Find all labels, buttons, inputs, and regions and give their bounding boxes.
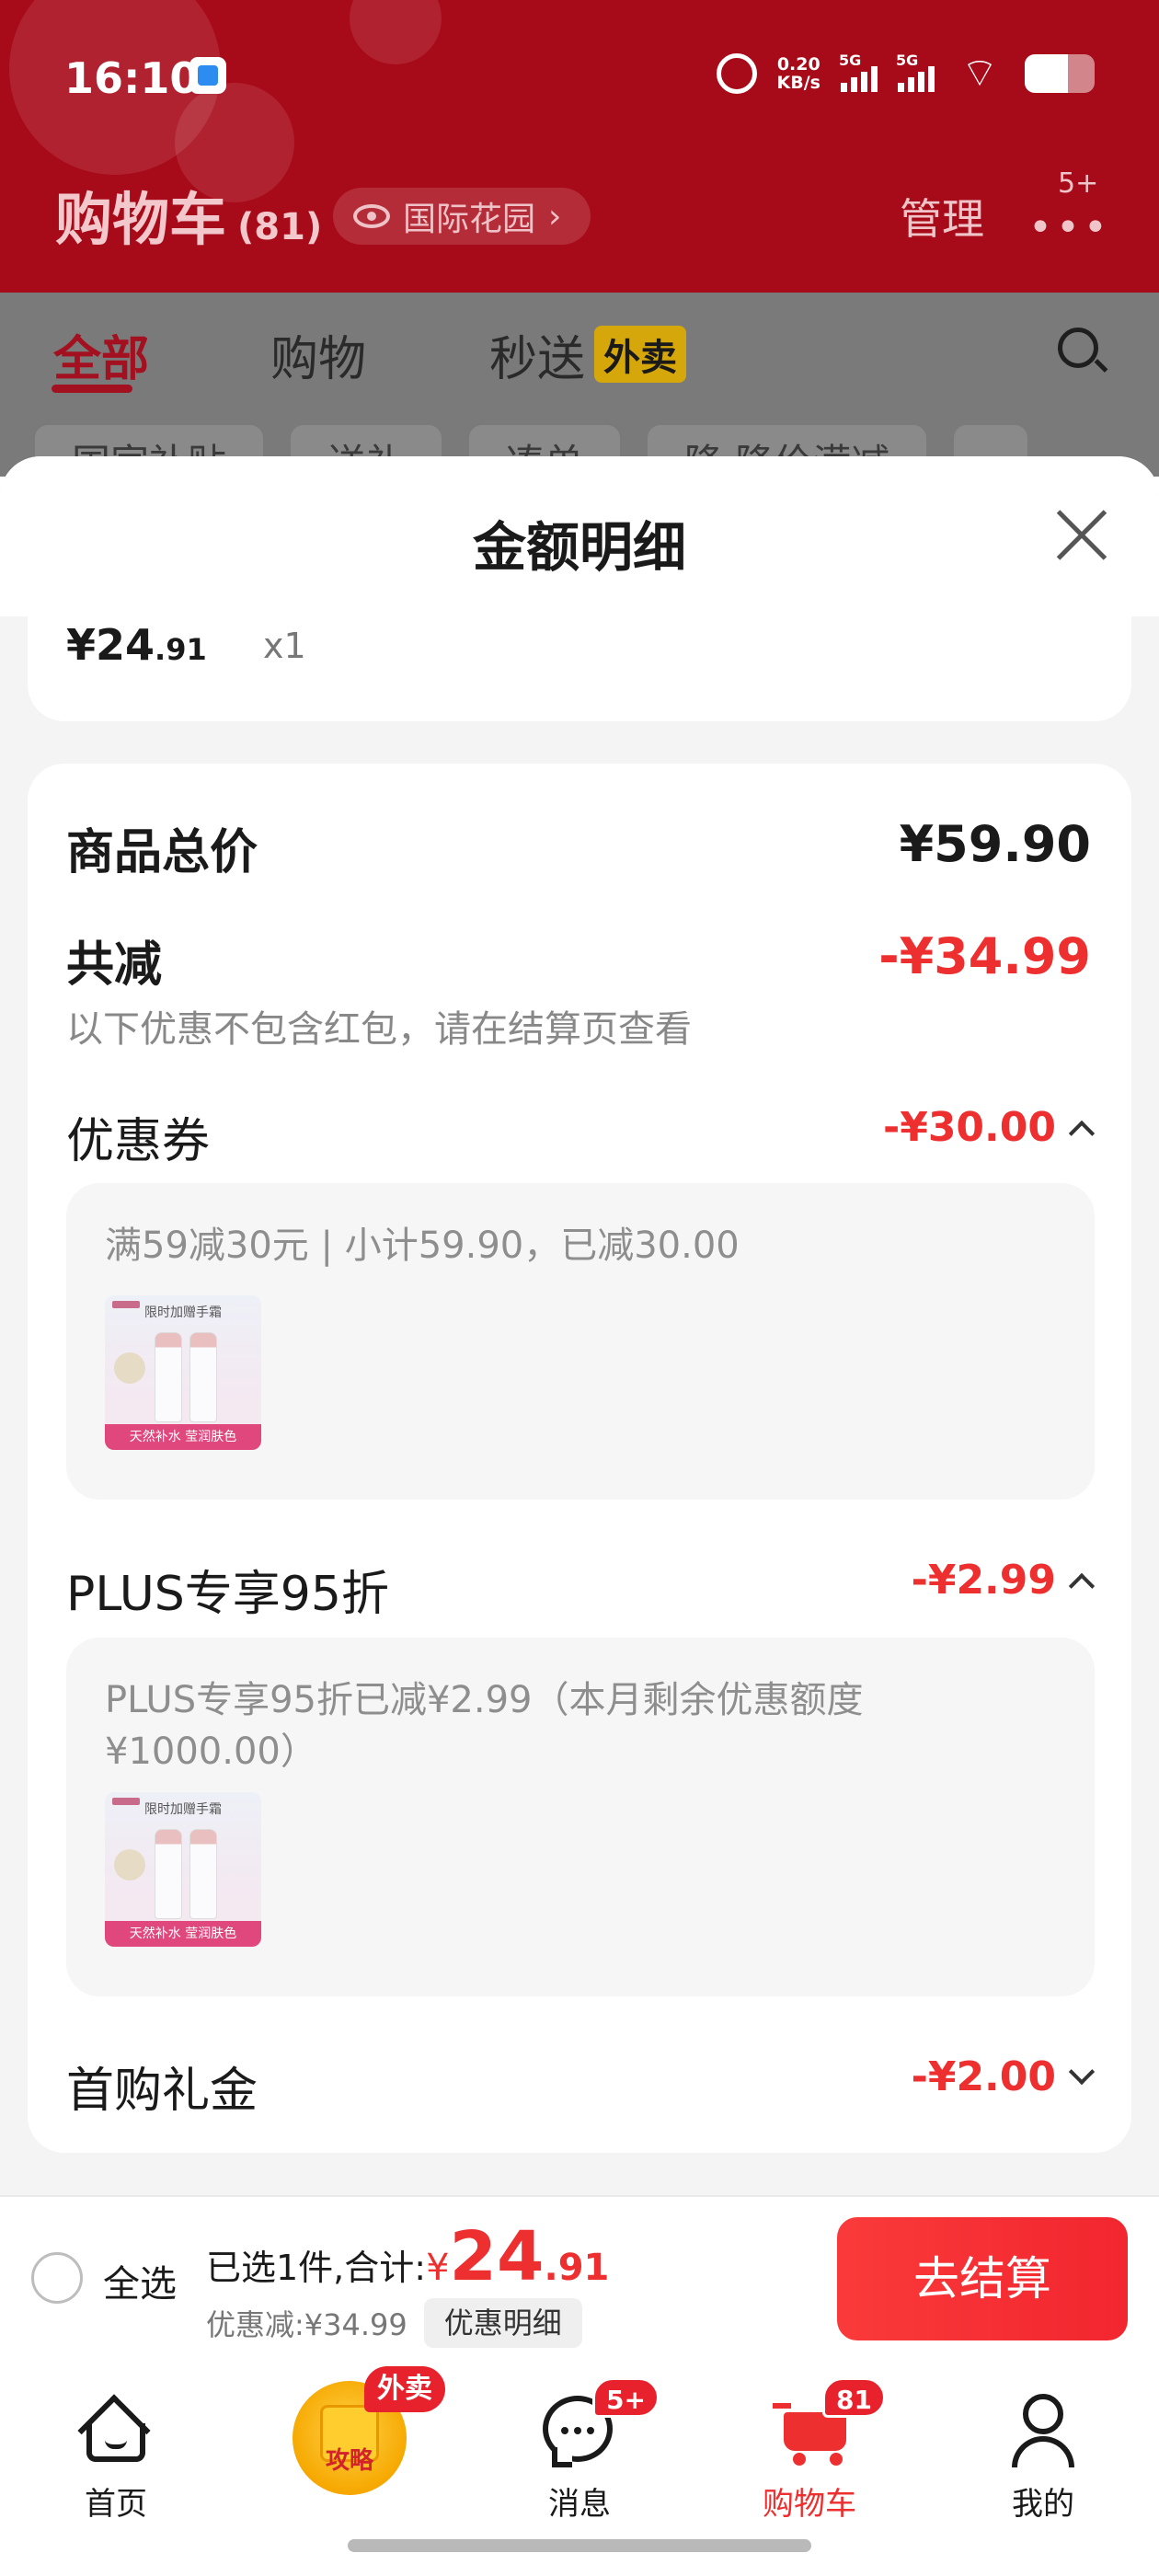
strategy-label: 攻略 [325, 2447, 373, 2475]
search-icon[interactable] [1058, 328, 1098, 368]
first-gift-label: 首购礼金 [66, 2064, 258, 2119]
location-selector[interactable]: 国际花园 › [333, 188, 591, 245]
tab-shopping[interactable]: 购物 [270, 320, 366, 389]
thumbnail-header: 限时加赠手霜 [144, 1802, 222, 1817]
select-all-label[interactable]: 全选 [103, 2254, 177, 2307]
eye-icon [353, 204, 390, 228]
chevron-right-icon: › [548, 197, 562, 236]
nav-cart-label: 购物车 [763, 2486, 856, 2523]
home-icon [77, 2394, 151, 2467]
battery-icon [1025, 54, 1095, 93]
bottle-image [189, 1332, 217, 1422]
discount-detail-button[interactable]: 优惠明细 [423, 2298, 582, 2348]
home-indicator[interactable] [348, 2539, 811, 2552]
bottle-image [189, 1829, 217, 1919]
checkout-button[interactable]: 去结算 [837, 2217, 1128, 2340]
total-price-label: 商品总价 [66, 825, 258, 880]
item-quantity: x1 [263, 626, 306, 666]
plus-discount-value: -¥2.99 [911, 1557, 1056, 1604]
message-badge: 5+ [592, 2377, 660, 2418]
tab-underline [52, 385, 132, 393]
total-price-value: ¥59.90 [899, 815, 1091, 873]
seal-badge [114, 1352, 145, 1384]
sheet-header: 金额明细 [0, 456, 1159, 616]
discount-summary: 优惠减:¥34.99 优惠明细 [206, 2298, 582, 2348]
nav-home-label: 首页 [85, 2486, 147, 2523]
plus-discount-label: PLUS专享95折 [66, 1567, 389, 1622]
nav-messages-label: 消息 [548, 2486, 611, 2523]
selected-total: 已选1件,合计: ¥ 24 .91 [206, 2217, 610, 2296]
plus-discount-toggle[interactable]: -¥2.99 [911, 1557, 1096, 1604]
coupon-toggle[interactable]: -¥30.00 [882, 1104, 1096, 1151]
more-icon[interactable]: ••• [1028, 204, 1111, 251]
discount-text: 优惠减:¥34.99 [206, 2307, 407, 2342]
manage-button[interactable]: 管理 [900, 186, 984, 247]
coupon-detail: 满59减30元 | 小计59.90，已减30.00 限时加赠手霜 天然补水 莹润… [66, 1183, 1095, 1500]
reduction-note: 以下优惠不包含红包，请在结算页查看 [66, 1008, 692, 1051]
select-all-radio[interactable] [31, 2252, 83, 2304]
seal-badge [114, 1849, 145, 1880]
plus-discount-detail: PLUS专享95折已减¥2.99（本月剩余优惠额度¥1000.00） 限时加赠手… [66, 1638, 1095, 1996]
cart-tabs: 全部 购物 秒送 外卖 [0, 293, 1159, 403]
price-breakdown-card: 商品总价 ¥59.90 共减 -¥34.99 以下优惠不包含红包，请在结算页查看… [28, 764, 1131, 2153]
checkout-bar: 全选 已选1件,合计: ¥ 24 .91 优惠减:¥34.99 优惠明细 去结算 [0, 2195, 1159, 2359]
nav-profile-label: 我的 [1012, 2486, 1074, 2523]
coupon-value: -¥30.00 [882, 1104, 1056, 1151]
cellular-signal-icon: 5G [896, 52, 935, 92]
product-item-card: ¥24.91 x1 [28, 616, 1131, 721]
reduction-value: -¥34.99 [878, 927, 1091, 985]
item-price: ¥24.91 [66, 620, 207, 670]
tab-all[interactable]: 全部 [53, 320, 149, 389]
wifi-icon: ⌔ [960, 50, 999, 97]
waimai-badge: 外卖 [364, 2366, 445, 2412]
product-thumbnail[interactable]: 限时加赠手霜 天然补水 莹润肤色 [105, 1295, 261, 1450]
cellular-signal-icon: 5G [839, 52, 878, 92]
amount-detail-sheet: 金额明细 ¥24.91 x1 商品总价 ¥59.90 共减 -¥34.99 以下… [0, 456, 1159, 2195]
chevron-up-icon [1068, 1120, 1096, 1146]
network-speed: 0.20 KB/s [776, 54, 820, 93]
alarm-icon [716, 53, 757, 94]
first-gift-value: -¥2.00 [911, 2053, 1056, 2100]
location-label: 国际花园 [403, 201, 536, 238]
product-thumbnail[interactable]: 限时加赠手霜 天然补水 莹润肤色 [105, 1792, 261, 1947]
sheet-title: 金额明细 [472, 516, 686, 579]
cart-badge: 81 [822, 2377, 886, 2418]
close-icon[interactable] [1054, 508, 1109, 563]
thumbnail-header: 限时加赠手霜 [144, 1305, 222, 1320]
tab-instant[interactable]: 秒送 外卖 [489, 320, 687, 389]
chevron-up-icon [1068, 1572, 1096, 1599]
page-title: 购物车 (81) [55, 186, 323, 253]
app-notification-icon [189, 57, 226, 94]
bottle-image [155, 1332, 182, 1422]
thumbnail-footer: 天然补水 莹润肤色 [105, 1424, 261, 1450]
coupon-label: 优惠券 [66, 1114, 211, 1169]
user-icon [1012, 2394, 1074, 2467]
first-gift-toggle[interactable]: -¥2.00 [911, 2053, 1096, 2100]
status-time: 16:10 [64, 53, 200, 103]
plus-discount-detail-text: PLUS专享95折已减¥2.99（本月剩余优惠额度¥1000.00） [105, 1679, 864, 1773]
thumbnail-footer: 天然补水 莹润肤色 [105, 1921, 261, 1947]
bottle-image [155, 1829, 182, 1919]
status-bar: 16:10 0.20 KB/s 5G 5G ⌔ [0, 0, 1159, 152]
reduction-label: 共减 [66, 937, 163, 993]
coupon-detail-text: 满59减30元 | 小计59.90，已减30.00 [105, 1225, 740, 1267]
status-icons: 0.20 KB/s 5G 5G ⌔ [716, 50, 1095, 97]
cart-count: (81) [237, 206, 323, 248]
chevron-down-icon [1068, 2058, 1096, 2085]
waimai-tag: 外卖 [594, 326, 687, 383]
more-badge: 5+ [1058, 167, 1099, 200]
